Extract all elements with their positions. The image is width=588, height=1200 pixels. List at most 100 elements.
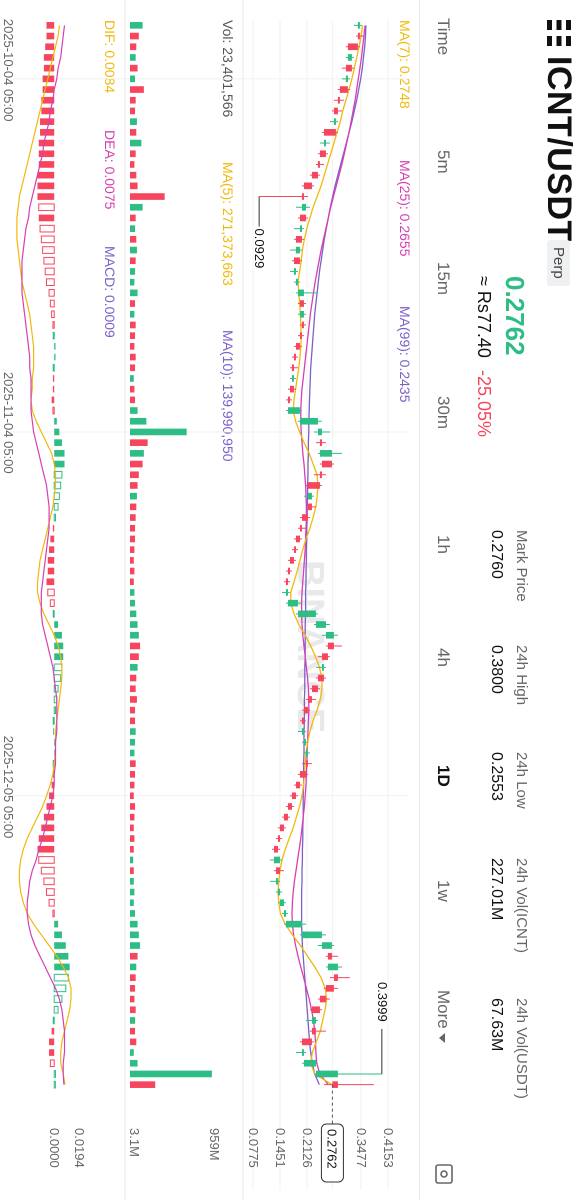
candle-body: [347, 43, 358, 51]
candle-body: [283, 910, 286, 917]
macd-histogram-bar: [40, 118, 55, 125]
candle-body: [311, 1006, 320, 1014]
volume-bar: [129, 1027, 136, 1035]
volume-bar: [129, 43, 137, 51]
macd-histogram-bar: [52, 909, 55, 918]
volume-bar: [130, 428, 187, 436]
macd-histogram-bar: [53, 663, 63, 672]
macd-histogram-bar: [51, 396, 55, 404]
volume-bar: [129, 171, 137, 179]
volume-bar: [129, 696, 137, 703]
candle-body: [291, 792, 296, 800]
volume-bar: [129, 664, 138, 671]
macd-histogram-bar: [51, 310, 55, 319]
macd-histogram-bar: [52, 321, 55, 329]
candle-body: [321, 664, 324, 671]
macd-histogram-bar: [38, 150, 55, 158]
volume-bar: [129, 129, 137, 136]
volume-bar: [129, 1038, 137, 1046]
macd-histogram-bar: [53, 973, 69, 982]
candle-body: [311, 171, 318, 179]
low-annotation: 0.0929: [252, 229, 267, 269]
candle-body: [305, 749, 308, 757]
macd-histogram-bar: [41, 107, 55, 115]
volume-bar: [129, 963, 137, 971]
candle-body: [339, 86, 348, 93]
price-tick-label: 0.3477: [354, 1128, 369, 1168]
candle-body: [283, 813, 288, 821]
volume-bar: [129, 514, 136, 521]
volume-bar: [129, 824, 134, 832]
macd-histogram-bar: [51, 1027, 55, 1035]
candle-body: [297, 289, 304, 297]
volume-bar: [129, 268, 136, 275]
volume-bar: [129, 567, 135, 575]
candle-body: [287, 396, 290, 404]
candle-body: [333, 974, 338, 981]
macd-histogram-bar: [37, 193, 55, 200]
volume-bar: [130, 32, 139, 40]
price-tick-label: 0.0775: [246, 1128, 261, 1168]
volume-tick-label: 3.1M: [127, 1128, 142, 1157]
high-annotation: 0.3999: [375, 982, 390, 1022]
candle-body: [327, 952, 332, 960]
chart-screen: ICNT/USDT Perp 0.2762 ≈ Rs77.40 -25.05% …: [0, 0, 588, 1200]
macd-histogram-bar: [53, 674, 62, 682]
volume-bar: [129, 728, 136, 735]
candle-body: [311, 685, 318, 693]
candle-body: [301, 1049, 304, 1056]
macd-tick-label: 0.0194: [72, 1128, 87, 1168]
volume-bar: [130, 460, 143, 468]
volume-bar: [129, 278, 135, 286]
candle-body: [275, 867, 280, 874]
volume-bar: [129, 867, 134, 874]
price-tick-label: 0.2126: [300, 1128, 315, 1168]
candlestick-chart[interactable]: BINANCE 0.4153 0.3477 0.2762 0.2126 0.1451 0.…: [0, 0, 588, 1200]
macd-histogram-bar: [54, 439, 62, 446]
volume-bar: [130, 86, 144, 93]
macd-histogram-bar: [40, 866, 55, 875]
volume-bar: [129, 118, 137, 125]
candle-body: [317, 161, 320, 168]
macd-histogram-bar: [53, 1080, 56, 1089]
macd-histogram-bar: [37, 182, 55, 190]
volume-bar: [129, 717, 136, 725]
volume-bar: [129, 974, 136, 981]
macd-histogram-bar: [49, 599, 55, 607]
macd-histogram-bar: [48, 898, 55, 907]
volume-bar: [130, 931, 139, 939]
volume-bar: [130, 22, 143, 29]
macd-histogram-bar: [38, 856, 55, 864]
macd-histogram-bar: [53, 706, 56, 714]
volume-bar: [129, 353, 136, 361]
macd-histogram-bar: [52, 375, 55, 382]
volume-bar: [130, 631, 139, 639]
candle-body: [299, 225, 302, 232]
macd-histogram-bar: [53, 1070, 56, 1078]
macd-histogram-bar: [46, 578, 55, 586]
candle-body: [307, 492, 312, 500]
volume-bar: [129, 546, 135, 553]
candle-body: [301, 1038, 312, 1046]
volume-bar: [129, 182, 138, 190]
candle-body: [287, 567, 290, 575]
candle-body: [357, 32, 360, 40]
volume-bar: [129, 771, 136, 778]
candle-body: [299, 214, 306, 222]
candle-body: [333, 118, 336, 125]
macd-histogram-bar: [54, 343, 56, 350]
volume-bar: [130, 942, 141, 949]
candle-body: [315, 621, 326, 628]
candle-body: [317, 674, 324, 682]
volume-bar: [130, 203, 143, 211]
candle-body: [287, 803, 292, 810]
macd-histogram-bar: [49, 1059, 55, 1068]
volume-bar: [129, 845, 134, 853]
volume-bar: [129, 535, 136, 543]
candle-body: [301, 193, 304, 200]
macd-histogram-bar: [53, 728, 55, 735]
candle-body: [279, 824, 284, 832]
volume-bar: [129, 760, 136, 767]
macd-histogram-bar: [46, 32, 55, 40]
candle-body: [301, 514, 308, 521]
